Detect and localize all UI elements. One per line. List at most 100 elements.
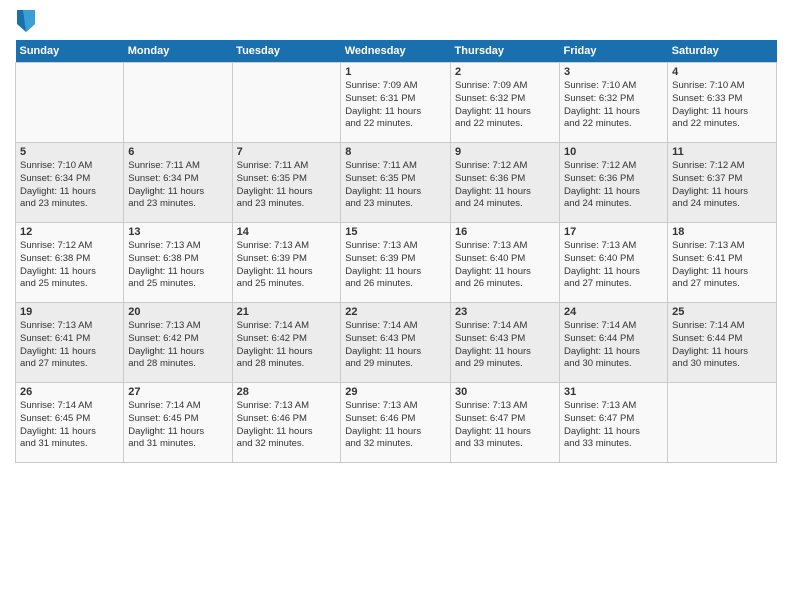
calendar-cell: 14 Sunrise: 7:13 AM Sunset: 6:39 PM Dayli… bbox=[232, 223, 341, 303]
day-info: Sunrise: 7:11 AM Sunset: 6:34 PM Dayligh… bbox=[128, 160, 227, 211]
calendar-cell bbox=[16, 63, 124, 143]
day-info: Sunrise: 7:12 AM Sunset: 6:36 PM Dayligh… bbox=[564, 160, 663, 211]
calendar-cell: 26 Sunrise: 7:14 AM Sunset: 6:45 PM Dayli… bbox=[16, 383, 124, 463]
day-number: 24 bbox=[564, 306, 663, 318]
day-number: 18 bbox=[672, 226, 772, 238]
week-row-5: 26 Sunrise: 7:14 AM Sunset: 6:45 PM Dayli… bbox=[16, 383, 777, 463]
day-info: Sunrise: 7:13 AM Sunset: 6:47 PM Dayligh… bbox=[455, 400, 555, 451]
day-number: 4 bbox=[672, 66, 772, 78]
day-info: Sunrise: 7:11 AM Sunset: 6:35 PM Dayligh… bbox=[237, 160, 337, 211]
day-of-week-wednesday: Wednesday bbox=[341, 40, 451, 63]
day-number: 13 bbox=[128, 226, 227, 238]
day-info: Sunrise: 7:13 AM Sunset: 6:39 PM Dayligh… bbox=[345, 240, 446, 291]
day-number: 29 bbox=[345, 386, 446, 398]
day-number: 6 bbox=[128, 146, 227, 158]
day-info: Sunrise: 7:09 AM Sunset: 6:32 PM Dayligh… bbox=[455, 80, 555, 131]
day-of-week-thursday: Thursday bbox=[451, 40, 560, 63]
calendar-cell: 19 Sunrise: 7:13 AM Sunset: 6:41 PM Dayli… bbox=[16, 303, 124, 383]
calendar-cell: 25 Sunrise: 7:14 AM Sunset: 6:44 PM Dayli… bbox=[668, 303, 777, 383]
day-number: 26 bbox=[20, 386, 119, 398]
calendar-cell: 21 Sunrise: 7:14 AM Sunset: 6:42 PM Dayli… bbox=[232, 303, 341, 383]
day-number: 31 bbox=[564, 386, 663, 398]
day-info: Sunrise: 7:12 AM Sunset: 6:37 PM Dayligh… bbox=[672, 160, 772, 211]
day-number: 2 bbox=[455, 66, 555, 78]
day-number: 27 bbox=[128, 386, 227, 398]
day-info: Sunrise: 7:14 AM Sunset: 6:44 PM Dayligh… bbox=[672, 320, 772, 371]
page: SundayMondayTuesdayWednesdayThursdayFrid… bbox=[0, 0, 792, 612]
day-number: 8 bbox=[345, 146, 446, 158]
week-row-2: 5Sunrise: 7:10 AM Sunset: 6:34 PM Daylig… bbox=[16, 143, 777, 223]
header bbox=[15, 10, 777, 32]
day-info: Sunrise: 7:13 AM Sunset: 6:46 PM Dayligh… bbox=[237, 400, 337, 451]
day-info: Sunrise: 7:13 AM Sunset: 6:41 PM Dayligh… bbox=[672, 240, 772, 291]
calendar-cell: 11 Sunrise: 7:12 AM Sunset: 6:37 PM Dayli… bbox=[668, 143, 777, 223]
calendar-cell: 6 Sunrise: 7:11 AM Sunset: 6:34 PM Daylig… bbox=[124, 143, 232, 223]
day-info: Sunrise: 7:09 AM Sunset: 6:31 PM Dayligh… bbox=[345, 80, 446, 131]
calendar-cell: 18 Sunrise: 7:13 AM Sunset: 6:41 PM Dayli… bbox=[668, 223, 777, 303]
week-row-1: 1 Sunrise: 7:09 AM Sunset: 6:31 PM Daylig… bbox=[16, 63, 777, 143]
calendar-cell: 12Sunrise: 7:12 AM Sunset: 6:38 PM Dayli… bbox=[16, 223, 124, 303]
day-info: Sunrise: 7:13 AM Sunset: 6:40 PM Dayligh… bbox=[455, 240, 555, 291]
week-row-4: 19 Sunrise: 7:13 AM Sunset: 6:41 PM Dayli… bbox=[16, 303, 777, 383]
day-info: Sunrise: 7:14 AM Sunset: 6:44 PM Dayligh… bbox=[564, 320, 663, 371]
day-number: 7 bbox=[237, 146, 337, 158]
day-number: 14 bbox=[237, 226, 337, 238]
day-info: Sunrise: 7:11 AM Sunset: 6:35 PM Dayligh… bbox=[345, 160, 446, 211]
calendar-cell bbox=[124, 63, 232, 143]
calendar-cell: 22 Sunrise: 7:14 AM Sunset: 6:43 PM Dayli… bbox=[341, 303, 451, 383]
calendar-cell: 17Sunrise: 7:13 AM Sunset: 6:40 PM Dayli… bbox=[560, 223, 668, 303]
calendar-cell: 2 Sunrise: 7:09 AM Sunset: 6:32 PM Daylig… bbox=[451, 63, 560, 143]
day-number: 22 bbox=[345, 306, 446, 318]
day-number: 10 bbox=[564, 146, 663, 158]
day-info: Sunrise: 7:13 AM Sunset: 6:42 PM Dayligh… bbox=[128, 320, 227, 371]
day-number: 17 bbox=[564, 226, 663, 238]
day-info: Sunrise: 7:13 AM Sunset: 6:41 PM Dayligh… bbox=[20, 320, 119, 371]
day-info: Sunrise: 7:14 AM Sunset: 6:45 PM Dayligh… bbox=[20, 400, 119, 451]
day-number: 19 bbox=[20, 306, 119, 318]
calendar-cell: 23Sunrise: 7:14 AM Sunset: 6:43 PM Dayli… bbox=[451, 303, 560, 383]
days-of-week-row: SundayMondayTuesdayWednesdayThursdayFrid… bbox=[16, 40, 777, 63]
day-of-week-friday: Friday bbox=[560, 40, 668, 63]
day-number: 20 bbox=[128, 306, 227, 318]
day-number: 25 bbox=[672, 306, 772, 318]
logo bbox=[15, 10, 39, 32]
calendar-cell: 4 Sunrise: 7:10 AM Sunset: 6:33 PM Daylig… bbox=[668, 63, 777, 143]
day-number: 12 bbox=[20, 226, 119, 238]
day-info: Sunrise: 7:14 AM Sunset: 6:43 PM Dayligh… bbox=[455, 320, 555, 371]
day-info: Sunrise: 7:10 AM Sunset: 6:32 PM Dayligh… bbox=[564, 80, 663, 131]
calendar-cell: 10 Sunrise: 7:12 AM Sunset: 6:36 PM Dayli… bbox=[560, 143, 668, 223]
day-number: 15 bbox=[345, 226, 446, 238]
day-number: 1 bbox=[345, 66, 446, 78]
calendar-cell: 28 Sunrise: 7:13 AM Sunset: 6:46 PM Dayli… bbox=[232, 383, 341, 463]
calendar-cell bbox=[232, 63, 341, 143]
day-of-week-sunday: Sunday bbox=[16, 40, 124, 63]
day-info: Sunrise: 7:14 AM Sunset: 6:45 PM Dayligh… bbox=[128, 400, 227, 451]
calendar-cell: 16Sunrise: 7:13 AM Sunset: 6:40 PM Dayli… bbox=[451, 223, 560, 303]
calendar-body: 1 Sunrise: 7:09 AM Sunset: 6:31 PM Daylig… bbox=[16, 63, 777, 463]
calendar-cell: 24 Sunrise: 7:14 AM Sunset: 6:44 PM Dayli… bbox=[560, 303, 668, 383]
calendar-cell: 8 Sunrise: 7:11 AM Sunset: 6:35 PM Daylig… bbox=[341, 143, 451, 223]
calendar-cell: 15 Sunrise: 7:13 AM Sunset: 6:39 PM Dayli… bbox=[341, 223, 451, 303]
day-number: 28 bbox=[237, 386, 337, 398]
calendar-cell: 1 Sunrise: 7:09 AM Sunset: 6:31 PM Daylig… bbox=[341, 63, 451, 143]
calendar-cell: 13Sunrise: 7:13 AM Sunset: 6:38 PM Dayli… bbox=[124, 223, 232, 303]
calendar-cell: 7 Sunrise: 7:11 AM Sunset: 6:35 PM Daylig… bbox=[232, 143, 341, 223]
calendar-cell bbox=[668, 383, 777, 463]
day-number: 11 bbox=[672, 146, 772, 158]
day-number: 9 bbox=[455, 146, 555, 158]
day-of-week-saturday: Saturday bbox=[668, 40, 777, 63]
day-info: Sunrise: 7:10 AM Sunset: 6:33 PM Dayligh… bbox=[672, 80, 772, 131]
logo-icon bbox=[17, 10, 35, 32]
day-info: Sunrise: 7:10 AM Sunset: 6:34 PM Dayligh… bbox=[20, 160, 119, 211]
day-info: Sunrise: 7:13 AM Sunset: 6:46 PM Dayligh… bbox=[345, 400, 446, 451]
day-number: 3 bbox=[564, 66, 663, 78]
calendar-cell: 29 Sunrise: 7:13 AM Sunset: 6:46 PM Dayli… bbox=[341, 383, 451, 463]
day-info: Sunrise: 7:13 AM Sunset: 6:39 PM Dayligh… bbox=[237, 240, 337, 291]
day-number: 21 bbox=[237, 306, 337, 318]
day-info: Sunrise: 7:14 AM Sunset: 6:42 PM Dayligh… bbox=[237, 320, 337, 371]
calendar-table: SundayMondayTuesdayWednesdayThursdayFrid… bbox=[15, 40, 777, 463]
day-of-week-monday: Monday bbox=[124, 40, 232, 63]
calendar-cell: 27 Sunrise: 7:14 AM Sunset: 6:45 PM Dayli… bbox=[124, 383, 232, 463]
day-info: Sunrise: 7:14 AM Sunset: 6:43 PM Dayligh… bbox=[345, 320, 446, 371]
calendar-cell: 3 Sunrise: 7:10 AM Sunset: 6:32 PM Daylig… bbox=[560, 63, 668, 143]
